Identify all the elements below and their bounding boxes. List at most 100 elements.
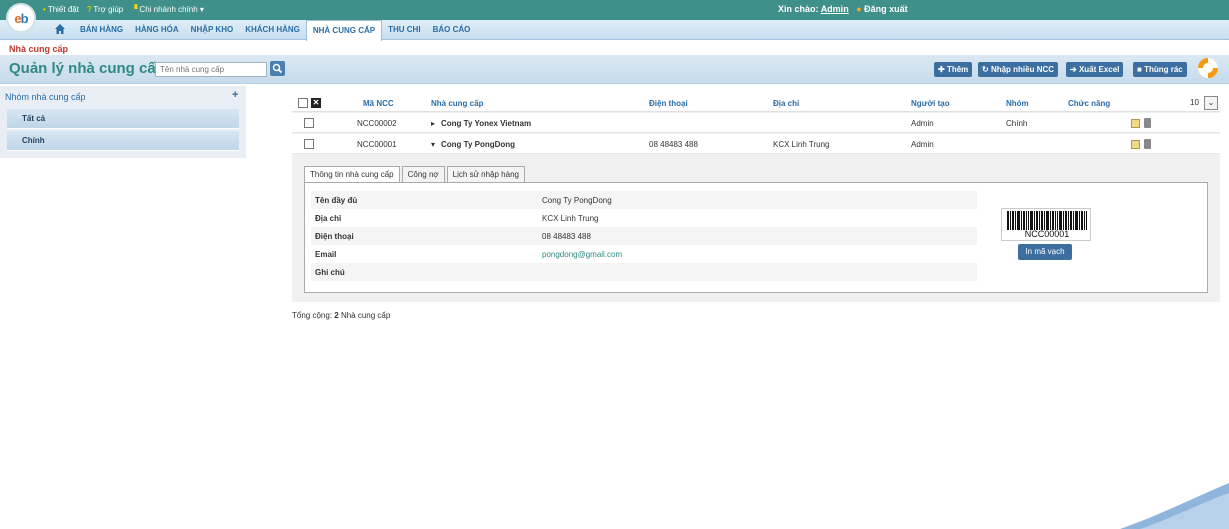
breadcrumb: Nhà cung cấp: [9, 44, 69, 54]
gear-icon: •: [43, 5, 46, 14]
decorative-swoosh: [1120, 483, 1229, 529]
app-logo[interactable]: eb: [6, 3, 36, 33]
tab-debt[interactable]: Công nợ: [401, 166, 445, 183]
detail-label: Địa chỉ: [315, 214, 342, 223]
detail-label: Tên đầy đủ: [315, 196, 358, 205]
top-bar: • Thiết đặt ? Trợ giúp ▝ Chi nhánh chính ▾ …: [0, 0, 1229, 20]
nav-item-nha-cung-cap[interactable]: NHÀ CUNG CẤP: [305, 20, 383, 41]
barcode: NCC00001: [1001, 208, 1091, 241]
barcode-bars: [1007, 211, 1087, 230]
total-number: 2: [334, 311, 339, 320]
trash-icon: ■: [1137, 65, 1145, 74]
row-checkbox[interactable]: [304, 139, 314, 149]
delete-icon[interactable]: [1144, 139, 1151, 149]
supplier-phone: 08 48483 488: [649, 140, 698, 149]
page-size-dropdown[interactable]: ⌄: [1204, 96, 1218, 110]
col-header-name[interactable]: Nhà cung cấp: [431, 99, 483, 108]
supplier-code: NCC00001: [357, 140, 397, 149]
detail-tabs: Thông tin nhà cung cấp Công nợ Lịch sử n…: [304, 166, 527, 183]
top-links: • Thiết đặt ? Trợ giúp ▝ Chi nhánh chính ▾: [43, 5, 204, 14]
sidebar-item-all[interactable]: Tất cả: [7, 109, 239, 129]
nav-item-bao-cao[interactable]: BÁO CÁO: [427, 20, 477, 40]
supplier-address: KCX Linh Trung: [773, 140, 830, 149]
table-row[interactable]: NCC00001 ▾ Cong Ty PongDong 08 48483 488…: [292, 134, 1220, 154]
table-header: ✕ Mã NCC Nhà cung cấp Điện thoại Địa chỉ…: [292, 94, 1220, 112]
export-excel-button[interactable]: ➔ Xuất Excel: [1066, 62, 1124, 77]
plus-icon: ✚: [938, 65, 947, 74]
user-link[interactable]: Admin: [821, 4, 849, 14]
search-icon: [272, 63, 283, 74]
col-header-phone[interactable]: Điện thoại: [649, 99, 688, 108]
branch-icon: ▝: [131, 5, 138, 14]
row-checkbox[interactable]: [304, 118, 314, 128]
nav-item-hang-hoa[interactable]: HÀNG HÓA: [129, 20, 185, 40]
help-icon: ?: [86, 5, 92, 14]
import-multiple-button[interactable]: ↻ Nhập nhiều NCC: [978, 62, 1059, 77]
col-header-code[interactable]: Mã NCC: [363, 99, 394, 108]
page-title: Quản lý nhà cung cấp: [9, 60, 165, 77]
support-lifebuoy-icon[interactable]: [1198, 58, 1218, 78]
delete-selected-icon[interactable]: ✕: [311, 98, 321, 108]
home-icon[interactable]: [54, 23, 66, 35]
nav-item-khach-hang[interactable]: KHÁCH HÀNG: [239, 20, 306, 40]
detail-value: KCX Linh Trung: [542, 214, 599, 223]
supplier-code: NCC00002: [357, 119, 397, 128]
nav-menu: BÁN HÀNG HÀNG HÓA NHẬP KHO KHÁCH HÀNG NH…: [74, 20, 477, 41]
col-header-group[interactable]: Nhóm: [1006, 99, 1029, 108]
col-header-address[interactable]: Địa chỉ: [773, 99, 799, 108]
import-icon: ↻: [982, 65, 991, 74]
add-group-icon[interactable]: +: [232, 89, 238, 101]
collapse-arrow-icon[interactable]: ▾: [431, 140, 435, 149]
logout-link[interactable]: Đăng xuất: [864, 4, 908, 14]
supplier-creator: Admin: [911, 140, 934, 149]
sidebar: Nhóm nhà cung cấp + Tất cả Chính: [0, 86, 246, 158]
delete-icon[interactable]: [1144, 118, 1151, 128]
edit-icon[interactable]: [1131, 119, 1140, 128]
nav-item-nhap-kho[interactable]: NHẬP KHO: [185, 20, 240, 40]
sidebar-title: Nhóm nhà cung cấp: [5, 92, 86, 102]
select-all-checkbox[interactable]: [298, 98, 308, 108]
branch-selector[interactable]: ▝ Chi nhánh chính ▾: [131, 5, 204, 14]
export-icon: ➔: [1070, 65, 1079, 74]
detail-label: Điện thoại: [315, 232, 354, 241]
detail-label: Ghi chú: [315, 268, 345, 277]
detail-row: Email pongdong@gmail.com: [311, 245, 977, 263]
add-button[interactable]: ✚ Thêm: [934, 62, 973, 77]
email-link[interactable]: pongdong@gmail.com: [542, 250, 622, 259]
search-button[interactable]: [270, 61, 285, 76]
logout-icon: ●: [856, 4, 862, 14]
detail-row: Tên đầy đủ Cong Ty PongDong: [311, 191, 977, 209]
supplier-name[interactable]: Cong Ty Yonex Vietnam: [441, 119, 531, 128]
chevron-down-icon: ⌄: [1207, 98, 1215, 107]
detail-label: Email: [315, 250, 337, 259]
nav-item-thu-chi[interactable]: THU CHI: [382, 20, 426, 40]
supplier-detail: Tên đầy đủ Cong Ty PongDong Địa chỉ KCX …: [304, 182, 1208, 293]
detail-value: 08 48483 488: [542, 232, 591, 241]
greeting: Xin chào: Admin ● Đăng xuất: [778, 4, 908, 14]
supplier-name[interactable]: Cong Ty PongDong: [441, 140, 515, 149]
table-row[interactable]: NCC00002 ▸ Cong Ty Yonex Vietnam Admin C…: [292, 113, 1220, 133]
page-header: Quản lý nhà cung cấp ✚ Thêm ↻ Nhập nhiều…: [0, 55, 1229, 84]
help-link[interactable]: ? Trợ giúp: [87, 5, 123, 14]
col-header-actions: Chức năng: [1068, 99, 1111, 108]
detail-value: Cong Ty PongDong: [542, 196, 612, 205]
detail-row: Địa chỉ KCX Linh Trung: [311, 209, 977, 227]
search-input[interactable]: [155, 62, 267, 77]
nav-item-ban-hang[interactable]: BÁN HÀNG: [74, 20, 129, 40]
tab-supplier-info[interactable]: Thông tin nhà cung cấp: [304, 166, 400, 183]
col-header-creator[interactable]: Người tạo: [911, 99, 950, 108]
trash-button[interactable]: ■ Thùng rác: [1133, 62, 1187, 77]
tab-import-history[interactable]: Lịch sử nhập hàng: [446, 166, 525, 183]
supplier-group: Chính: [1006, 119, 1028, 128]
edit-icon[interactable]: [1131, 140, 1140, 149]
chevron-down-icon: ▾: [199, 5, 204, 14]
sidebar-item-main[interactable]: Chính: [7, 131, 239, 151]
total-count: Tổng cộng: 2 Nhà cung cấp: [292, 311, 391, 320]
expand-arrow-icon[interactable]: ▸: [431, 119, 435, 128]
page-size-value: 10: [1190, 98, 1199, 107]
main-nav: BÁN HÀNG HÀNG HÓA NHẬP KHO KHÁCH HÀNG NH…: [0, 20, 1229, 41]
print-barcode-button[interactable]: In mã vạch: [1018, 244, 1072, 260]
settings-link[interactable]: • Thiết đặt: [43, 5, 79, 14]
logo-mark: eb: [14, 10, 28, 26]
supplier-creator: Admin: [911, 119, 934, 128]
